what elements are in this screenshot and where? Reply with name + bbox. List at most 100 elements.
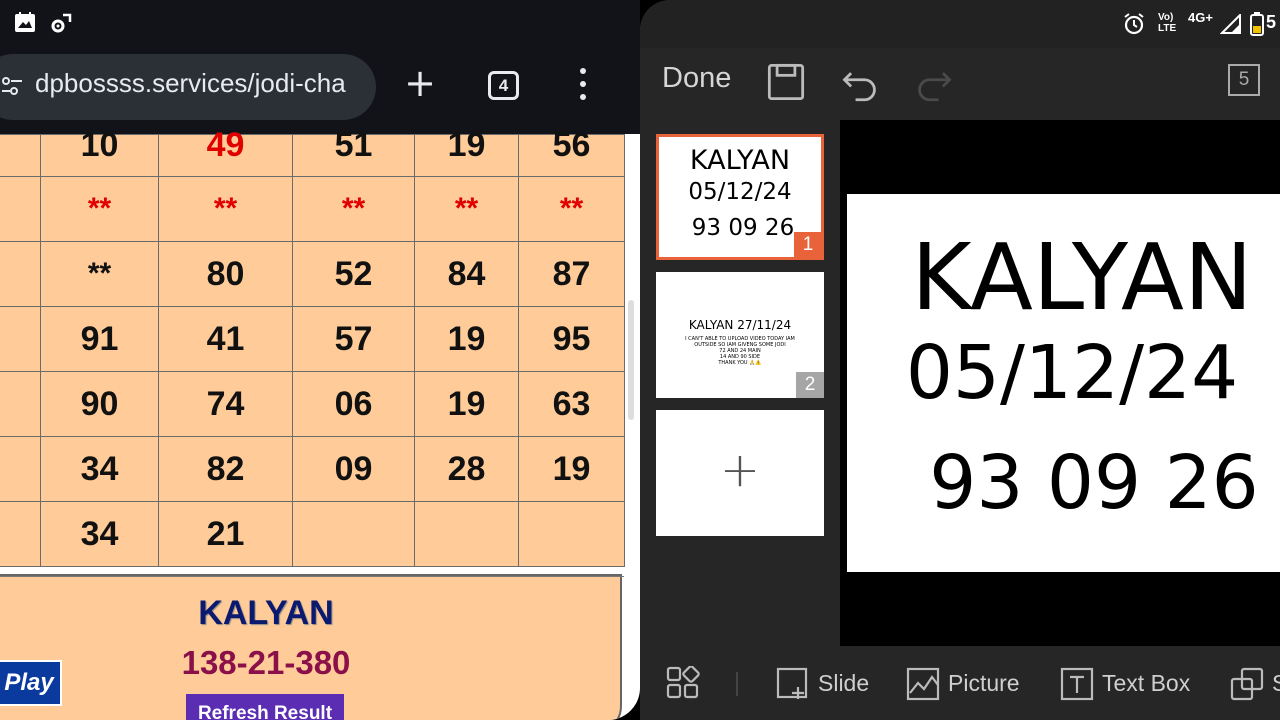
table-cell: ** <box>518 176 625 242</box>
table-cell: 28 <box>414 436 519 502</box>
scrollbar-thumb[interactable] <box>628 300 634 420</box>
result-panel: KALYAN 138-21-380 Play Refresh Result <box>0 574 624 720</box>
slides-editor-pane: Vo) LTE 4G+ 5 Done 5 KALYAN 05/12/24 93 … <box>640 0 1280 720</box>
editor-bottom-bar: Slide Picture Text Box S <box>640 646 1280 720</box>
table-cell: 91 <box>40 306 159 372</box>
gallery-icon <box>15 12 35 32</box>
table-cell <box>0 134 41 177</box>
table-cell <box>0 371 41 437</box>
textbox-icon <box>1060 667 1094 701</box>
table-cell: 87 <box>518 241 625 307</box>
slide-number: 2 <box>796 372 824 398</box>
table-cell <box>292 501 415 567</box>
slide-thumbnail-1[interactable]: KALYAN 05/12/24 93 09 26 1 <box>656 134 824 260</box>
table-cell: 34 <box>40 501 159 567</box>
market-name: KALYAN <box>198 594 334 632</box>
slide-date[interactable]: 05/12/24 <box>847 330 1280 416</box>
browser-toolbar: dpbossss.services/jodi-cha + 4 <box>0 48 640 134</box>
table-cell: 19 <box>414 306 519 372</box>
settings-sync-icon <box>51 13 72 33</box>
save-icon[interactable] <box>766 62 806 102</box>
thumb-body: THANK YOU 🙏⚠️ <box>718 360 762 366</box>
battery-percent: 5 <box>1266 12 1277 32</box>
table-cell <box>0 306 41 372</box>
add-slide-button[interactable]: + <box>656 410 824 536</box>
site-settings-icon[interactable] <box>2 76 22 96</box>
jodi-chart-table: 10 49 51 19 56 ** ** ** ** ** ** 80 52 84 87 91 41 57 19 95… <box>0 128 625 567</box>
browser-menu-button[interactable] <box>570 66 596 102</box>
table-row: ** ** ** ** ** <box>0 176 625 242</box>
market-result: 138-21-380 <box>181 644 351 681</box>
table-cell: 34 <box>40 436 159 502</box>
table-row: 10 49 51 19 56 <box>0 128 625 177</box>
table-cell <box>414 501 519 567</box>
table-cell: ** <box>158 176 293 242</box>
web-page: 10 49 51 19 56 ** ** ** ** ** ** 80 52 84 87 91 41 57 19 95… <box>0 128 640 720</box>
table-row: 90 74 06 19 63 <box>0 371 625 437</box>
network-type: 4G+ <box>1188 10 1213 25</box>
table-cell: 56 <box>518 128 625 177</box>
table-cell: ** <box>40 176 159 242</box>
volte-indicator: Vo) LTE <box>1158 12 1177 34</box>
table-cell: ** <box>40 241 159 307</box>
table-cell: 74 <box>158 371 293 437</box>
table-cell: 19 <box>414 371 519 437</box>
slide-thumbnail-panel: KALYAN 05/12/24 93 09 26 1 KALYAN 27/11/… <box>640 120 840 646</box>
new-tab-button[interactable]: + <box>402 64 438 102</box>
table-cell: 06 <box>292 371 415 437</box>
table-row: 91 41 57 19 95 <box>0 306 625 372</box>
slide-count-badge[interactable]: 5 <box>1228 64 1260 96</box>
layout-grid-icon[interactable] <box>666 666 700 700</box>
table-row: ** 80 52 84 87 <box>0 241 625 307</box>
picture-icon <box>906 667 940 701</box>
editor-toolbar: Done 5 <box>640 48 1280 120</box>
slide-thumbnail-2[interactable]: KALYAN 27/11/24 I CAN'T ABLE TO UPLOAD V… <box>656 272 824 398</box>
table-cell <box>0 501 41 567</box>
status-bar-left <box>0 0 640 48</box>
thumb-title: KALYAN 27/11/24 <box>688 318 792 332</box>
table-cell: 21 <box>158 501 293 567</box>
table-cell: 82 <box>158 436 293 502</box>
table-cell: 49 <box>158 128 293 177</box>
table-cell <box>518 501 625 567</box>
slide-add-icon <box>776 667 808 699</box>
thumb-line: 05/12/24 <box>688 179 792 205</box>
table-cell: ** <box>292 176 415 242</box>
alarm-icon <box>1124 13 1144 35</box>
tab-switcher-button[interactable]: 4 <box>488 71 519 100</box>
table-row: 34 82 09 28 19 <box>0 436 625 502</box>
address-bar[interactable]: dpbossss.services/jodi-cha <box>0 54 376 120</box>
slide-number: 1 <box>794 232 822 258</box>
table-cell: ** <box>414 176 519 242</box>
refresh-result-button[interactable]: Refresh Result <box>186 694 344 720</box>
signal-icon <box>1220 14 1241 34</box>
status-bar-right: Vo) LTE 4G+ 5 <box>640 0 1280 48</box>
table-cell: 51 <box>292 128 415 177</box>
table-row: 34 21 <box>0 501 625 567</box>
slide-title[interactable]: KALYAN <box>847 224 1280 331</box>
shape-icon <box>1230 667 1264 701</box>
picture-tool-label: Picture <box>948 670 1020 696</box>
table-cell: 90 <box>40 371 159 437</box>
slide-numbers[interactable]: 93 09 26 <box>859 440 1280 526</box>
table-cell: 52 <box>292 241 415 307</box>
undo-icon[interactable] <box>840 62 880 102</box>
slide-tool-label: Slide <box>818 670 870 696</box>
thumb-line: KALYAN <box>689 145 791 176</box>
battery-icon <box>1250 12 1264 36</box>
current-slide[interactable]: KALYAN 05/12/24 93 09 26 <box>847 194 1280 572</box>
table-cell: 19 <box>414 128 519 177</box>
table-cell: 84 <box>414 241 519 307</box>
table-cell: 80 <box>158 241 293 307</box>
browser-pane: dpbossss.services/jodi-cha + 4 10 49 51 19 5… <box>0 0 640 720</box>
slide-canvas: KALYAN 05/12/24 93 09 26 <box>840 120 1280 646</box>
redo-icon[interactable] <box>914 62 954 102</box>
url-text[interactable]: dpbossss.services/jodi-cha <box>35 68 365 99</box>
done-button[interactable]: Done <box>662 62 731 95</box>
table-cell <box>0 176 41 242</box>
table-cell <box>0 436 41 502</box>
table-cell: 41 <box>158 306 293 372</box>
play-button[interactable]: Play <box>0 660 62 706</box>
table-cell: 63 <box>518 371 625 437</box>
table-cell <box>0 241 41 307</box>
